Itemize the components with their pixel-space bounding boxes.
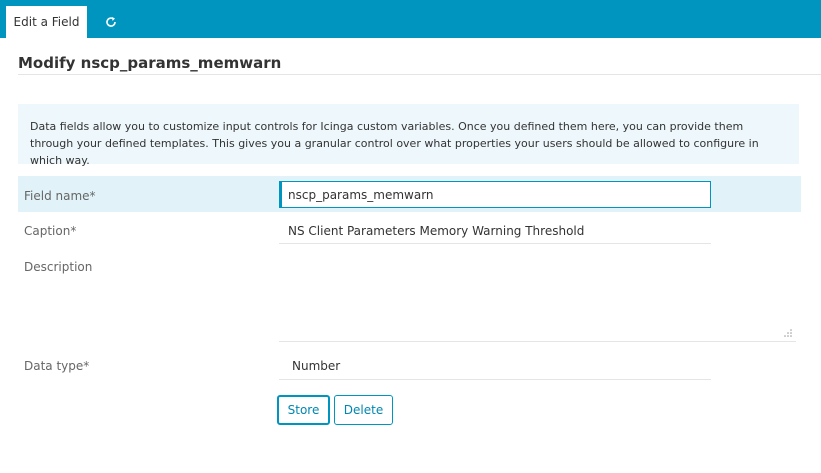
hint-text: Data fields allow you to customize input… [30,120,759,167]
delete-button[interactable]: Delete [334,395,393,425]
resize-grip-icon[interactable] [784,329,792,337]
data-type-label: Data type* [24,359,90,373]
field-name-label: Field name* [24,189,96,203]
caption-label: Caption* [24,224,77,238]
caption-input[interactable]: NS Client Parameters Memory Warning Thre… [279,220,711,244]
tab-bar: Edit a Field [0,0,821,38]
field-name-value: nscp_params_memwarn [288,187,434,202]
description-textarea[interactable] [279,256,796,342]
refresh-button[interactable] [96,6,126,38]
page-title: Modify nscp_params_memwarn [18,54,282,72]
tab-edit-field[interactable]: Edit a Field [6,6,87,38]
description-label: Description [24,260,93,274]
data-type-select[interactable]: Number [279,354,711,380]
hint-box: Data fields allow you to customize input… [18,104,799,167]
refresh-icon [106,17,116,27]
data-type-value: Number [292,359,341,373]
caption-value: NS Client Parameters Memory Warning Thre… [288,224,585,238]
title-divider [18,74,821,75]
field-name-input[interactable]: nscp_params_memwarn [279,181,711,208]
tab-edit-field-label: Edit a Field [13,15,80,29]
store-button[interactable]: Store [277,395,330,425]
